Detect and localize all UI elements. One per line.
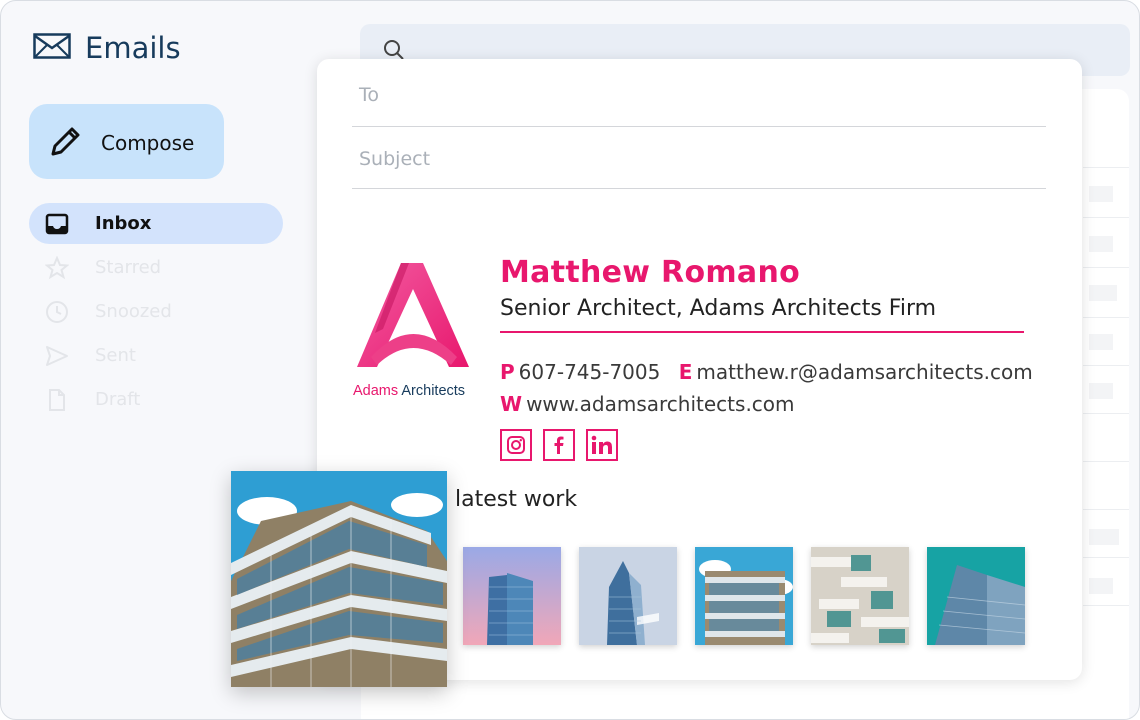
- signature-contact-line: P 607-745-7005 Ematthew.r@adamsarchitects…: [500, 360, 1033, 384]
- web-key: W: [500, 392, 523, 416]
- logo-wordmark: Adams Architects: [353, 383, 465, 399]
- list-item[interactable]: [1089, 334, 1113, 350]
- clock-icon: [45, 300, 69, 324]
- featured-project-photo[interactable]: [231, 471, 447, 687]
- signature-divider: [500, 331, 1024, 333]
- list-divider: [1083, 317, 1129, 318]
- sidebar-item-label: Starred: [95, 257, 162, 278]
- subject-field[interactable]: Subject: [352, 121, 1046, 189]
- logo-word-architects: Architects: [401, 383, 466, 399]
- project-thumbnail[interactable]: [463, 547, 561, 645]
- file-icon: [45, 388, 69, 412]
- app-brand: Emails: [33, 31, 181, 65]
- sidebar-item-inbox[interactable]: Inbox: [29, 203, 283, 244]
- list-divider: [1083, 461, 1129, 462]
- list-item[interactable]: [1089, 578, 1113, 594]
- list-divider: [1083, 267, 1129, 268]
- signature-title: Senior Architect, Adams Architects Firm: [500, 296, 937, 321]
- list-divider: [1083, 365, 1129, 366]
- sidebar-item-snoozed[interactable]: Snoozed: [29, 291, 283, 332]
- logo-word-adams: Adams: [353, 383, 399, 399]
- facebook-icon[interactable]: [543, 429, 575, 461]
- list-item[interactable]: [1089, 383, 1113, 399]
- star-icon: [44, 255, 70, 280]
- compose-button[interactable]: Compose: [29, 104, 224, 179]
- app-window: Emails Compose Inbox Starred Snoozed Sen…: [0, 0, 1140, 720]
- list-divider: [1083, 605, 1129, 606]
- list-divider: [1083, 557, 1129, 558]
- send-icon: [45, 344, 69, 368]
- project-thumbnail[interactable]: [579, 547, 677, 645]
- linkedin-icon[interactable]: [586, 429, 618, 461]
- sidebar-item-starred[interactable]: Starred: [29, 247, 283, 288]
- sidebar-item-label: Inbox: [95, 213, 152, 234]
- list-item[interactable]: [1089, 529, 1119, 545]
- sidebar-item-sent[interactable]: Sent: [29, 335, 283, 376]
- list-item[interactable]: [1089, 186, 1113, 202]
- app-title: Emails: [85, 31, 181, 65]
- inbox-icon: [45, 212, 69, 236]
- list-divider: [1083, 167, 1129, 168]
- latest-work-label: latest work: [455, 487, 578, 512]
- list-item[interactable]: [1089, 285, 1117, 301]
- sidebar-item-label: Sent: [95, 345, 136, 366]
- phone-key: P: [500, 360, 515, 384]
- email-link[interactable]: matthew.r@adamsarchitects.com: [696, 360, 1032, 384]
- project-thumbnail[interactable]: [811, 547, 909, 645]
- company-logo: [353, 259, 473, 384]
- sidebar-item-label: Draft: [95, 389, 141, 410]
- to-placeholder: To: [359, 84, 380, 106]
- project-thumbnail[interactable]: [927, 547, 1025, 645]
- signature-web-line: Wwww.adamsarchitects.com: [500, 392, 795, 416]
- list-divider: [1083, 413, 1129, 414]
- list-divider: [1083, 217, 1129, 218]
- website-link[interactable]: www.adamsarchitects.com: [526, 392, 794, 416]
- instagram-icon[interactable]: [500, 429, 532, 461]
- sidebar-item-draft[interactable]: Draft: [29, 379, 283, 420]
- to-field[interactable]: To: [352, 59, 1046, 127]
- project-thumbnail[interactable]: [695, 547, 793, 645]
- sidebar-item-label: Snoozed: [95, 301, 172, 322]
- list-divider: [1083, 509, 1129, 510]
- subject-placeholder: Subject: [359, 148, 431, 170]
- signature-name: Matthew Romano: [500, 255, 801, 290]
- pencil-icon: [49, 124, 83, 163]
- phone-value[interactable]: 607-745-7005: [519, 360, 661, 384]
- list-item[interactable]: [1089, 236, 1113, 252]
- compose-label: Compose: [101, 131, 195, 155]
- mail-icon: [33, 32, 71, 64]
- email-key: E: [678, 360, 693, 384]
